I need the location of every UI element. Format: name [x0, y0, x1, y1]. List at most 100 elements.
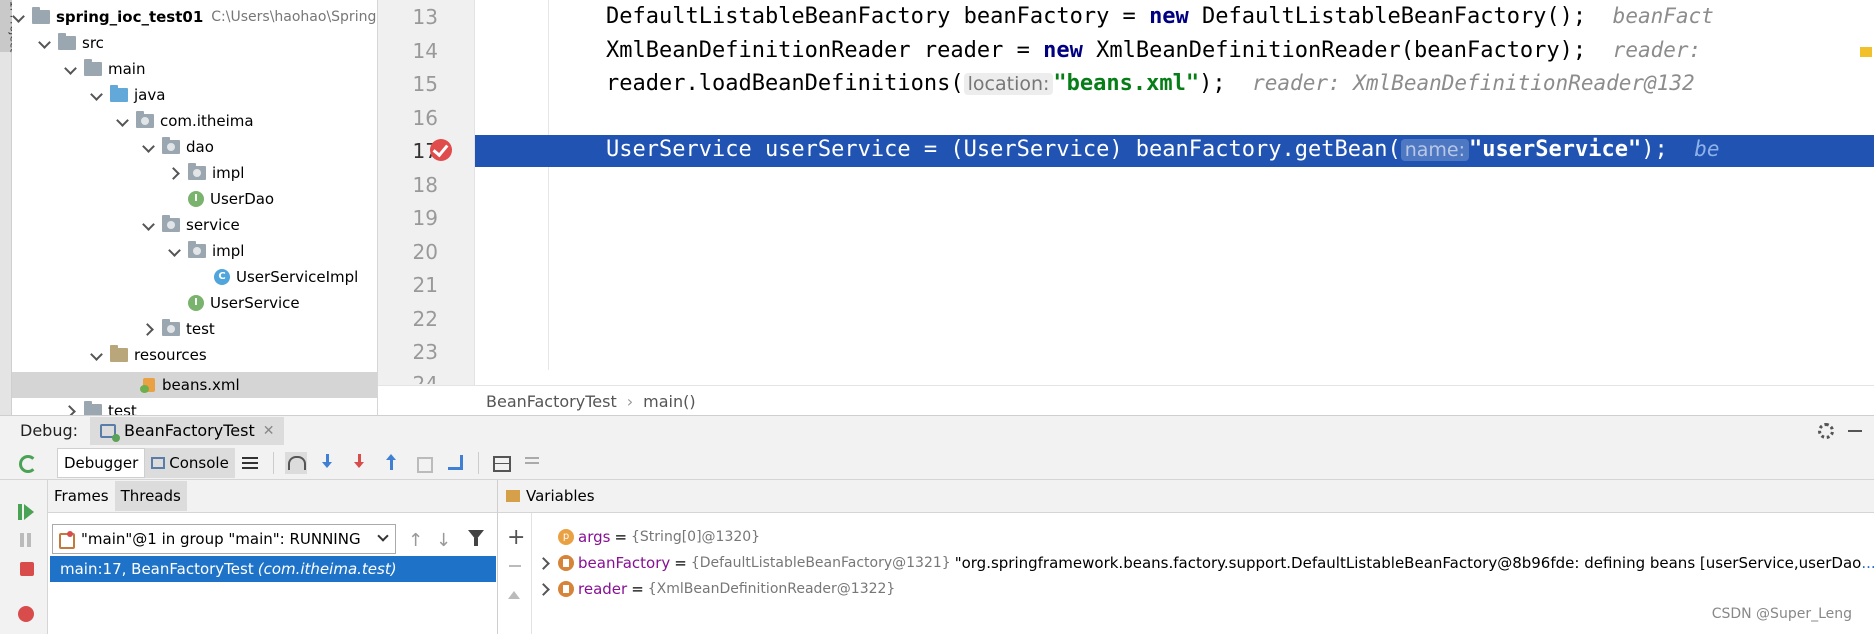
variable-row[interactable]: p args = {String[0]@1320}	[532, 524, 760, 550]
resume-icon[interactable]	[18, 504, 34, 520]
variable-value: {XmlBeanDefinitionReader@1322}	[647, 581, 896, 597]
trace-stream-icon[interactable]	[522, 452, 544, 474]
tab-frames[interactable]: Frames	[48, 481, 115, 511]
chevron-down-icon[interactable]	[90, 348, 104, 362]
code-text: );	[1641, 137, 1668, 162]
tree-item-userserviceimpl[interactable]: C UserServiceImpl	[12, 264, 377, 290]
tree-item-src[interactable]: src	[12, 30, 377, 56]
variable-row[interactable]: beanFactory = {DefaultListableBeanFactor…	[532, 550, 1874, 576]
thread-selector[interactable]: "main"@1 in group "main": RUNNING	[52, 524, 396, 554]
execution-line-highlight[interactable]: UserService userService = (UserService) …	[475, 135, 1874, 167]
chevron-down-icon[interactable]	[64, 62, 78, 76]
view-breakpoints-icon[interactable]	[18, 606, 34, 622]
parameter-hint: location:	[963, 73, 1054, 95]
code-line-17[interactable]: UserService userService = (UserService) …	[606, 137, 1720, 162]
chevron-down-icon[interactable]	[12, 10, 26, 24]
chevron-right-icon[interactable]	[538, 582, 552, 596]
frame-row[interactable]: main:17, BeanFactoryTest (com.itheima.te…	[50, 556, 496, 582]
remove-watch-icon[interactable]	[509, 565, 521, 567]
debug-session-tab[interactable]: BeanFactoryTest ✕	[90, 416, 285, 445]
chevron-down-icon[interactable]	[90, 88, 104, 102]
force-step-into-icon[interactable]	[349, 452, 371, 474]
tree-root[interactable]: spring_ioc_test01 C:\Users\haohao\Spring	[12, 4, 377, 30]
chevron-right-icon: ›	[626, 392, 634, 411]
chevron-right-icon[interactable]	[168, 166, 182, 180]
code-editor[interactable]: 13 14 15 16 17 18 19 20 21 22 23 24 Defa…	[378, 0, 1874, 417]
evaluate-expression-icon[interactable]	[490, 452, 512, 474]
minimize-icon[interactable]	[1848, 430, 1862, 432]
gear-icon[interactable]	[1818, 423, 1834, 439]
run-to-cursor-icon[interactable]	[445, 452, 467, 474]
line-number: 24	[412, 372, 438, 384]
folder-icon	[58, 33, 76, 50]
tree-item-test-folder[interactable]: test	[12, 398, 377, 415]
chevron-right-icon[interactable]	[64, 404, 78, 415]
tab-threads[interactable]: Threads	[114, 481, 187, 511]
tree-item-dao-impl[interactable]: impl	[12, 160, 377, 186]
tree-item-label: main	[108, 60, 146, 78]
tree-item-label: resources	[134, 346, 207, 364]
line-number: 20	[412, 240, 438, 264]
tab-console[interactable]: Console	[145, 447, 235, 478]
tree-item-test-pkg[interactable]: test	[12, 316, 377, 342]
code-line-14[interactable]: XmlBeanDefinitionReader reader = new Xml…	[606, 38, 1714, 63]
chevron-down-icon[interactable]	[142, 140, 156, 154]
breakpoint-icon[interactable]	[430, 139, 452, 161]
breadcrumb-class[interactable]: BeanFactoryTest	[486, 392, 617, 411]
tree-item-service-impl[interactable]: impl	[12, 238, 377, 264]
tree-item-userservice[interactable]: I UserService	[12, 290, 377, 316]
step-out-icon[interactable]	[381, 452, 403, 474]
line-number: 18	[412, 173, 438, 197]
tree-item-userdao[interactable]: I UserDao	[12, 186, 377, 212]
chevron-down-icon[interactable]	[116, 114, 130, 128]
chevron-down-icon[interactable]	[142, 218, 156, 232]
rerun-icon[interactable]	[16, 452, 38, 474]
chevron-right-icon[interactable]	[538, 556, 552, 570]
debug-header: Debug: BeanFactoryTest ✕	[0, 415, 1874, 445]
chevron-down-icon	[377, 530, 389, 542]
equals-sign: =	[631, 580, 644, 598]
chevron-down-icon[interactable]	[38, 36, 52, 50]
move-up-icon[interactable]	[508, 591, 520, 599]
tree-item-java[interactable]: java	[12, 82, 377, 108]
code-line-15[interactable]: reader.loadBeanDefinitions(location: "bea…	[606, 71, 1695, 96]
chevron-down-icon[interactable]	[168, 244, 182, 258]
variable-row[interactable]: reader = {XmlBeanDefinitionReader@1322}	[532, 576, 895, 602]
close-icon[interactable]: ✕	[263, 423, 275, 439]
arrow-up-icon[interactable]: ↑	[408, 530, 423, 551]
chevron-right-icon[interactable]	[142, 322, 156, 336]
tree-item-resources[interactable]: resources	[12, 342, 377, 368]
add-watch-icon[interactable]: +	[507, 527, 525, 549]
tree-item-main[interactable]: main	[12, 56, 377, 82]
line-number: 16	[412, 106, 438, 130]
tree-item-beans-xml[interactable]: beans.xml	[12, 372, 377, 398]
view-link[interactable]: ... View	[1861, 554, 1874, 572]
tree-item-service[interactable]: service	[12, 212, 377, 238]
frames-panel: Frames Threads "main"@1 in group "main":…	[48, 480, 498, 634]
variable-value: {DefaultListableBeanFactory@1321}	[690, 555, 951, 571]
editor-gutter[interactable]: 13 14 15 16 17 18 19 20 21 22 23 24	[378, 0, 475, 385]
tree-item-dao[interactable]: dao	[12, 134, 377, 160]
breadcrumb-method[interactable]: main()	[643, 392, 695, 411]
thread-icon	[59, 531, 75, 549]
project-tool-tab[interactable]: 1: Project	[0, 0, 20, 52]
keyword: new	[1043, 38, 1083, 63]
tab-debugger[interactable]: Debugger	[57, 447, 146, 478]
filter-icon[interactable]	[468, 530, 484, 546]
tree-item-com-itheima[interactable]: com.itheima	[12, 108, 377, 134]
code-line-13[interactable]: DefaultListableBeanFactory beanFactory =…	[606, 4, 1714, 29]
stop-icon[interactable]	[20, 562, 34, 576]
console-icon	[151, 456, 166, 469]
arrow-down-icon[interactable]: ↓	[436, 530, 451, 551]
layout-menu-icon[interactable]	[240, 452, 262, 474]
step-over-icon[interactable]	[284, 451, 307, 474]
folder-icon	[84, 401, 102, 415]
warning-marker-icon[interactable]	[1860, 47, 1872, 57]
interface-icon: I	[188, 295, 204, 311]
parameter-hint: name:	[1400, 139, 1470, 161]
tree-item-label: beans.xml	[162, 376, 240, 394]
drop-frame-icon[interactable]	[413, 452, 435, 474]
pause-icon[interactable]	[18, 532, 34, 548]
keyword: new	[1149, 4, 1189, 29]
step-into-icon[interactable]	[317, 452, 339, 474]
